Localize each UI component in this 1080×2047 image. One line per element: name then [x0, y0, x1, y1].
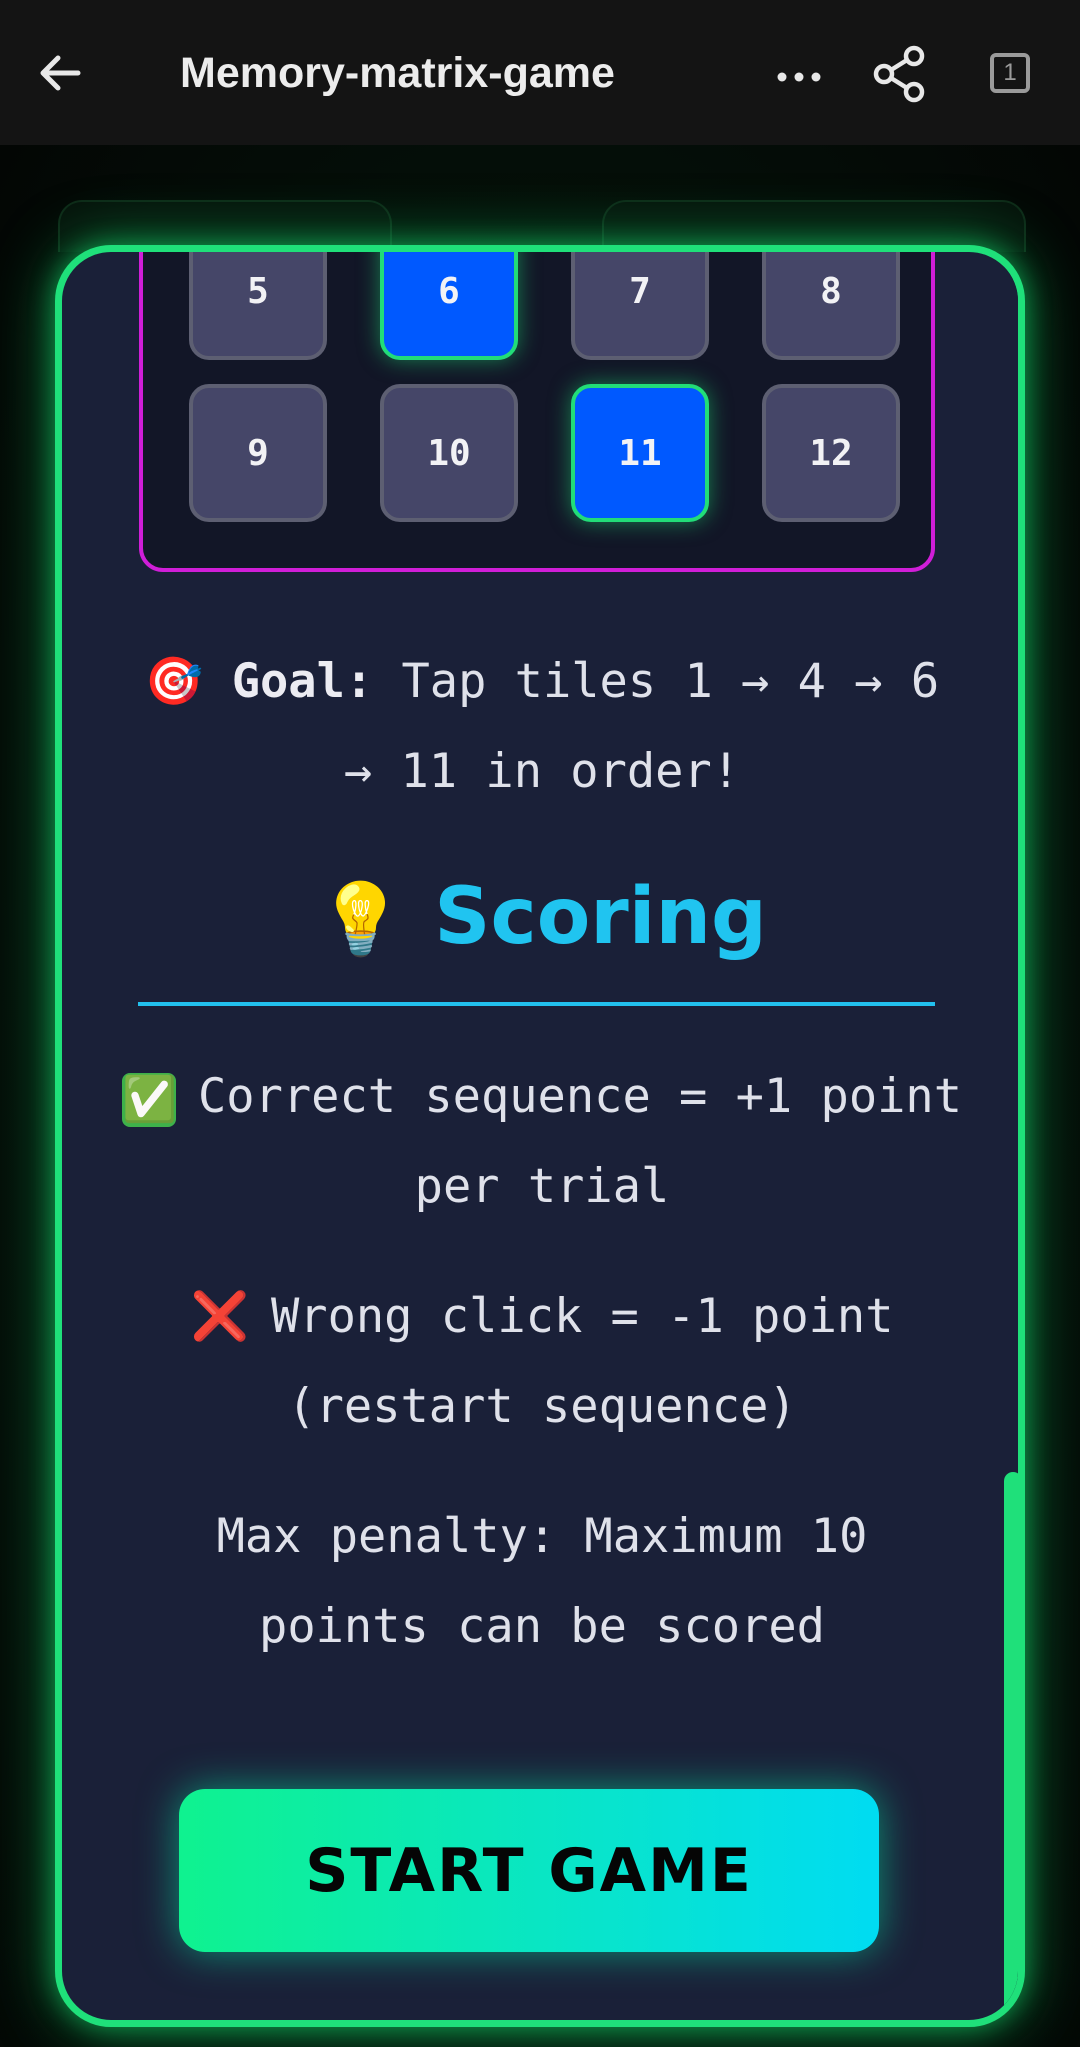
- start-game-button[interactable]: START GAME: [179, 1789, 879, 1952]
- share-icon[interactable]: [868, 40, 932, 106]
- tile-8[interactable]: 8: [762, 252, 900, 360]
- tile-10[interactable]: 10: [380, 384, 518, 522]
- lightbulb-icon: 💡: [317, 878, 405, 960]
- tile-6[interactable]: 6: [380, 252, 518, 360]
- rule-max-text: Max penalty: Maximum 10 points can be sc…: [216, 1509, 868, 1654]
- scrollbar-thumb[interactable]: [1004, 1472, 1018, 2017]
- cross-mark-icon: ❌: [190, 1289, 249, 1344]
- scoring-divider: [138, 1002, 935, 1006]
- target-icon: 🎯: [144, 654, 204, 709]
- goal-text: 🎯 Goal: Tap tiles 1 → 4 → 6 → 11 in orde…: [122, 637, 962, 817]
- rule-max: Max penalty: Maximum 10 points can be sc…: [122, 1492, 962, 1672]
- back-arrow-icon[interactable]: [28, 40, 94, 106]
- rule-correct-text: Correct sequence = +1 point per trial: [198, 1069, 963, 1214]
- tile-11[interactable]: 11: [571, 384, 709, 522]
- goal-instruction: Tap tiles 1 → 4 → 6 → 11 in order!: [343, 654, 940, 799]
- tile-7[interactable]: 7: [571, 252, 709, 360]
- tile-12[interactable]: 12: [762, 384, 900, 522]
- rule-wrong-text: Wrong click = -1 point (restart sequence…: [271, 1289, 894, 1434]
- top-app-bar: Memory-matrix-game 1: [0, 0, 1080, 145]
- rule-correct: ✅ Correct sequence = +1 point per trial: [122, 1052, 962, 1232]
- more-options-icon[interactable]: [770, 44, 830, 104]
- tile-5[interactable]: 5: [189, 252, 327, 360]
- scoring-heading: 💡 Scoring: [122, 867, 962, 969]
- rule-wrong: ❌ Wrong click = -1 point (restart sequenc…: [122, 1272, 962, 1452]
- page-title: Memory-matrix-game: [180, 49, 615, 97]
- game-card: 5 6 7 8 9 10 11 12 🎯 Goal: Tap tiles 1 →…: [55, 245, 1025, 2027]
- tile-9[interactable]: 9: [189, 384, 327, 522]
- check-mark-icon: ✅: [122, 1072, 177, 1127]
- goal-label: Goal:: [231, 654, 374, 709]
- tile-grid: 5 6 7 8 9 10 11 12: [139, 252, 935, 572]
- scoring-title: Scoring: [434, 872, 767, 962]
- tab-switcher-button[interactable]: 1: [990, 53, 1030, 93]
